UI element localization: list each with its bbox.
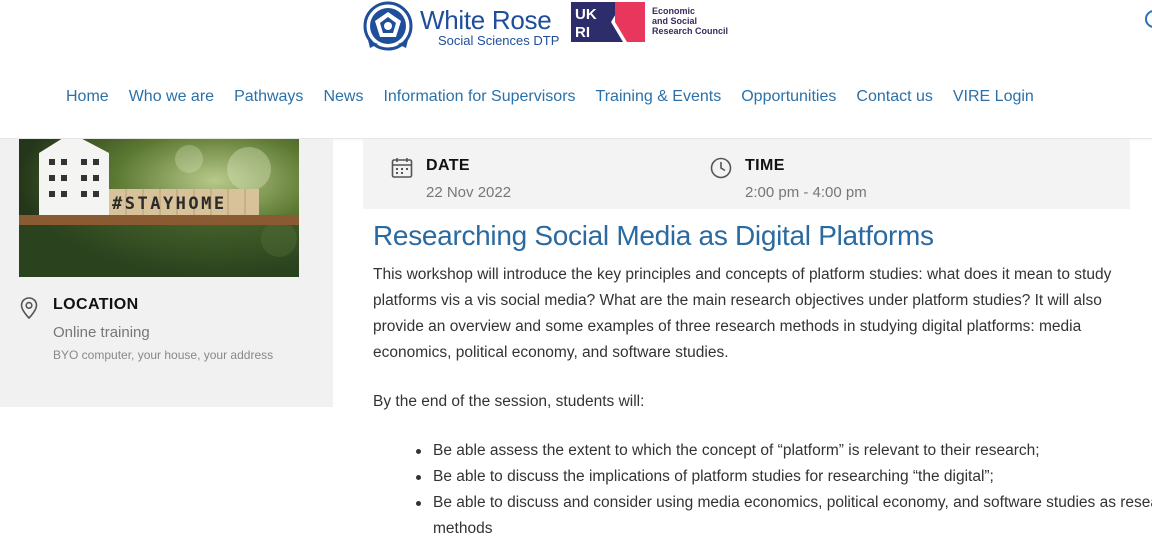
list-item: Be able to discuss the implications of p…: [416, 464, 1152, 490]
white-rose-logo[interactable]: White Rose Social Sciences DTP: [360, 0, 559, 52]
nav-training-events[interactable]: Training & Events: [586, 86, 732, 108]
event-image: #STAYHOME: [19, 139, 299, 277]
nav-home[interactable]: Home: [56, 86, 119, 108]
event-description: This workshop will introduce the key pri…: [373, 266, 1112, 361]
location-detail: BYO computer, your house, your address: [53, 348, 274, 362]
event-sidebar: #STAYHOME LOCATION Online training BYO c…: [0, 139, 333, 407]
site-header: White Rose Social Sciences DTP UK RI Eco…: [0, 0, 1152, 139]
nav-who-we-are[interactable]: Who we are: [119, 86, 224, 108]
logo-subtitle: Social Sciences DTP: [438, 32, 560, 48]
list-item: Be able assess the extent to which the c…: [416, 438, 1152, 464]
time-value: 2:00 pm - 4:00 pm: [745, 184, 867, 201]
logo-title: White Rose: [420, 4, 552, 35]
location-label: LOCATION: [53, 296, 139, 313]
location-value: Online training: [53, 324, 150, 341]
ukri-letters-top: UK: [575, 6, 597, 23]
nav-pathways[interactable]: Pathways: [224, 86, 313, 108]
stayhome-text: #STAYHOME: [112, 194, 227, 214]
event-title: Researching Social Media as Digital Plat…: [373, 220, 934, 251]
nav-vire-login[interactable]: VIRE Login: [943, 86, 1044, 108]
event-meta-bar: DATE 22 Nov 2022 TIME 2:00 pm - 4:00 pm: [363, 139, 1130, 209]
date-value: 22 Nov 2022: [426, 184, 512, 201]
nav-contact-us[interactable]: Contact us: [846, 86, 942, 108]
outcomes-list: Be able assess the extent to which the c…: [373, 438, 1152, 542]
outcomes-lead: By the end of the session, students will…: [373, 393, 645, 410]
date-label: DATE: [426, 157, 470, 174]
nav-news[interactable]: News: [313, 86, 373, 108]
clock-icon: [710, 157, 732, 179]
ukri-letters-bottom: RI: [575, 24, 590, 41]
nav-information-for-supervisors[interactable]: Information for Supervisors: [373, 86, 585, 108]
esrc-logo-text: Economic and Social Research Council: [652, 6, 729, 36]
nav-opportunities[interactable]: Opportunities: [731, 86, 846, 108]
white-rose-emblem-icon: [363, 1, 413, 51]
map-pin-icon: [20, 297, 38, 319]
time-label: TIME: [745, 157, 785, 174]
ukri-logo-icon[interactable]: UK RI: [571, 2, 645, 42]
calendar-icon: [391, 158, 413, 178]
list-item: Be able to discuss and consider using me…: [416, 490, 1152, 542]
search-icon[interactable]: [1145, 10, 1152, 28]
main-nav: Home Who we are Pathways News Informatio…: [56, 86, 1044, 108]
